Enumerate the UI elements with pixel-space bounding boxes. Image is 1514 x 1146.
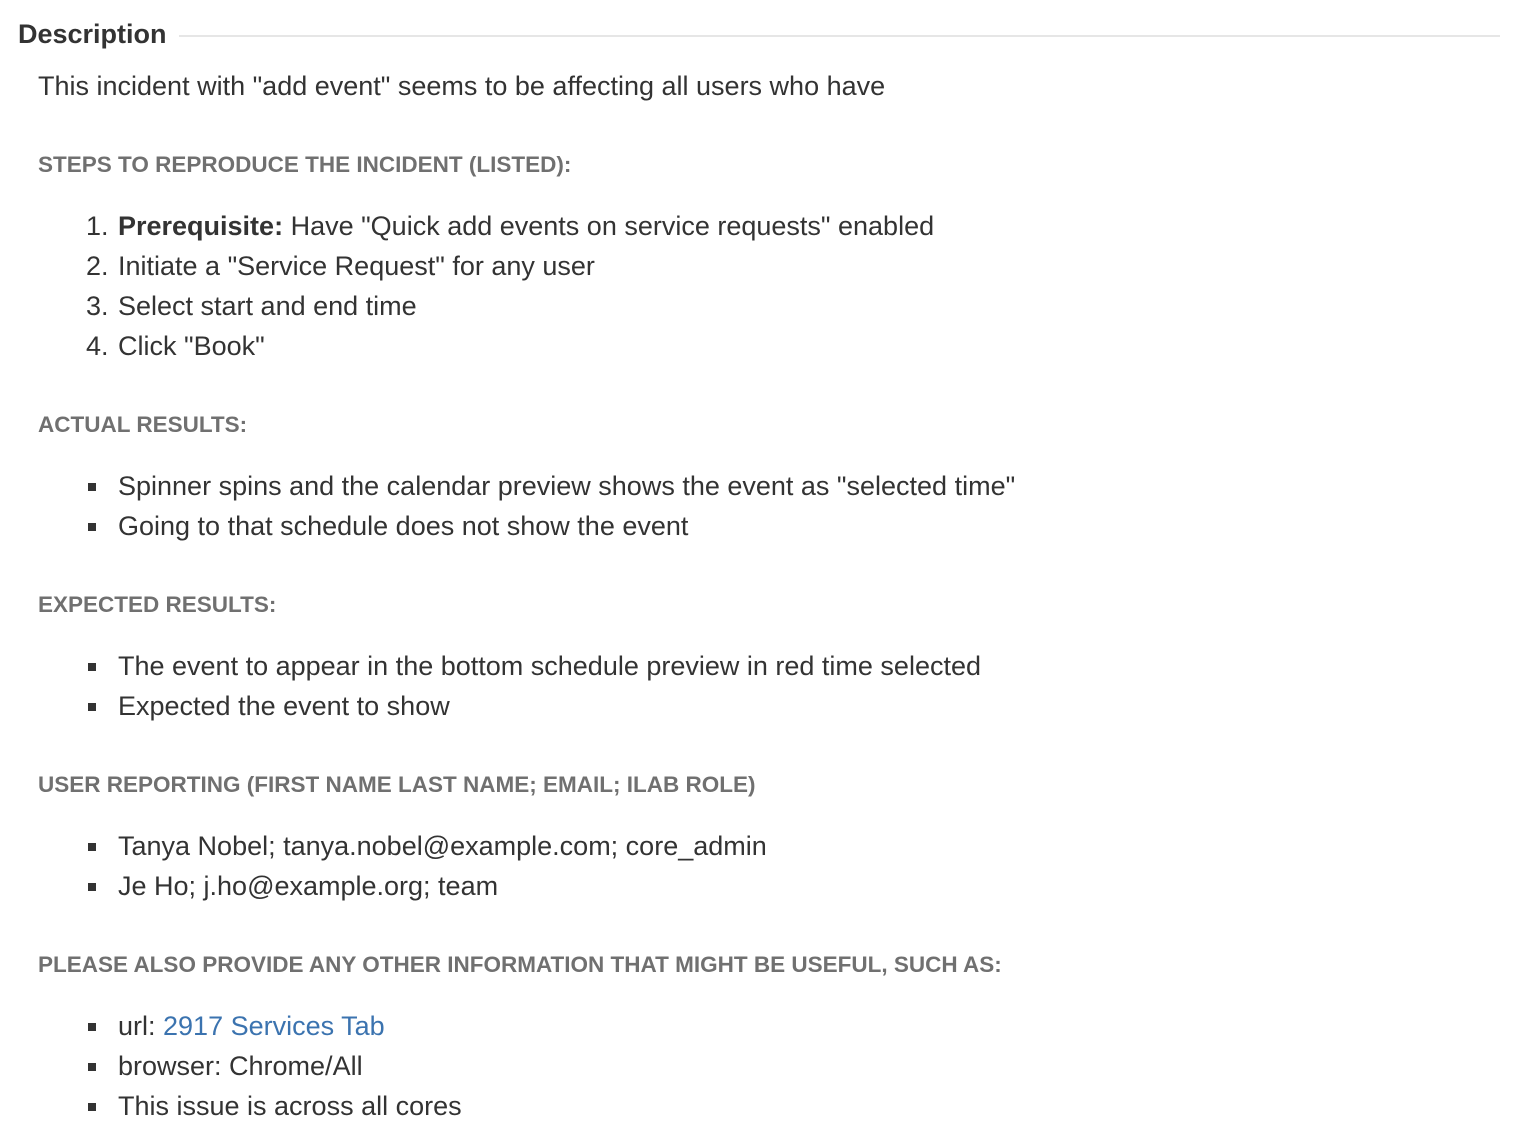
description-section-header: Description [18,14,1500,54]
services-tab-link[interactable]: 2917 Services Tab [163,1011,385,1041]
list-item-text: Tanya Nobel; tanya.nobel@example.com; co… [118,831,767,861]
list-item-text: Select start and end time [118,291,417,321]
list-item: Expected the event to show [0,686,981,726]
url-label: url: [118,1011,164,1041]
list-item: The event to appear in the bottom schedu… [0,646,981,686]
list-item: Je Ho; j.ho@example.org; team [0,866,767,906]
list-item: This issue is across all cores [0,1086,462,1126]
bullet-icon [88,883,96,891]
other-info-list: url: 2917 Services Tab browser: Chrome/A… [0,1006,462,1126]
bullet-icon [88,483,96,491]
bullet-icon [88,1063,96,1071]
user-reporting-list: Tanya Nobel; tanya.nobel@example.com; co… [0,826,767,906]
list-item-text: Click "Book" [118,331,265,361]
actual-results-heading: ACTUAL RESULTS: [38,412,248,437]
expected-results-list: The event to appear in the bottom schedu… [0,646,981,726]
list-item-text: The event to appear in the bottom schedu… [118,651,981,681]
list-number: 2. [86,251,109,281]
list-number: 1. [86,211,109,241]
section-title: Description [18,18,167,49]
list-item: 4. Click "Book" [0,326,934,366]
list-item: Spinner spins and the calendar preview s… [0,466,1015,506]
user-reporting-heading: USER REPORTING (FIRST NAME LAST NAME; EM… [38,772,756,797]
bullet-icon [88,843,96,851]
list-number: 4. [86,331,109,361]
bullet-icon [88,663,96,671]
list-item: Going to that schedule does not show the… [0,506,1015,546]
bullet-icon [88,1103,96,1111]
section-divider [178,35,1500,37]
list-item: Tanya Nobel; tanya.nobel@example.com; co… [0,826,767,866]
list-item: browser: Chrome/All [0,1046,462,1086]
list-item-text: Initiate a "Service Request" for any use… [118,251,595,281]
actual-results-list: Spinner spins and the calendar preview s… [0,466,1015,546]
intro-text: This incident with "add event" seems to … [38,71,886,101]
list-item-text: This issue is across all cores [118,1091,462,1121]
list-item-text: Going to that schedule does not show the… [118,511,689,541]
steps-heading: STEPS TO REPRODUCE THE INCIDENT (LISTED)… [38,152,572,177]
list-item-text: Je Ho; j.ho@example.org; team [118,871,499,901]
other-info-heading: PLEASE ALSO PROVIDE ANY OTHER INFORMATIO… [38,952,1002,977]
bullet-icon [88,1023,96,1031]
expected-results-heading: EXPECTED RESULTS: [38,592,277,617]
list-item: 1. Prerequisite: Have "Quick add events … [0,206,934,246]
list-item: 3. Select start and end time [0,286,934,326]
list-item: url: 2917 Services Tab [0,1006,462,1046]
prerequisite-label: Prerequisite: [118,211,284,241]
steps-list: 1. Prerequisite: Have "Quick add events … [0,206,934,366]
list-item-text: Expected the event to show [118,691,450,721]
list-item-text: browser: Chrome/All [118,1051,363,1081]
bullet-icon [88,523,96,531]
list-item-text: Have "Quick add events on service reques… [283,211,935,241]
list-number: 3. [86,291,109,321]
bullet-icon [88,703,96,711]
list-item: 2. Initiate a "Service Request" for any … [0,246,934,286]
list-item-text: Spinner spins and the calendar preview s… [118,471,1016,501]
